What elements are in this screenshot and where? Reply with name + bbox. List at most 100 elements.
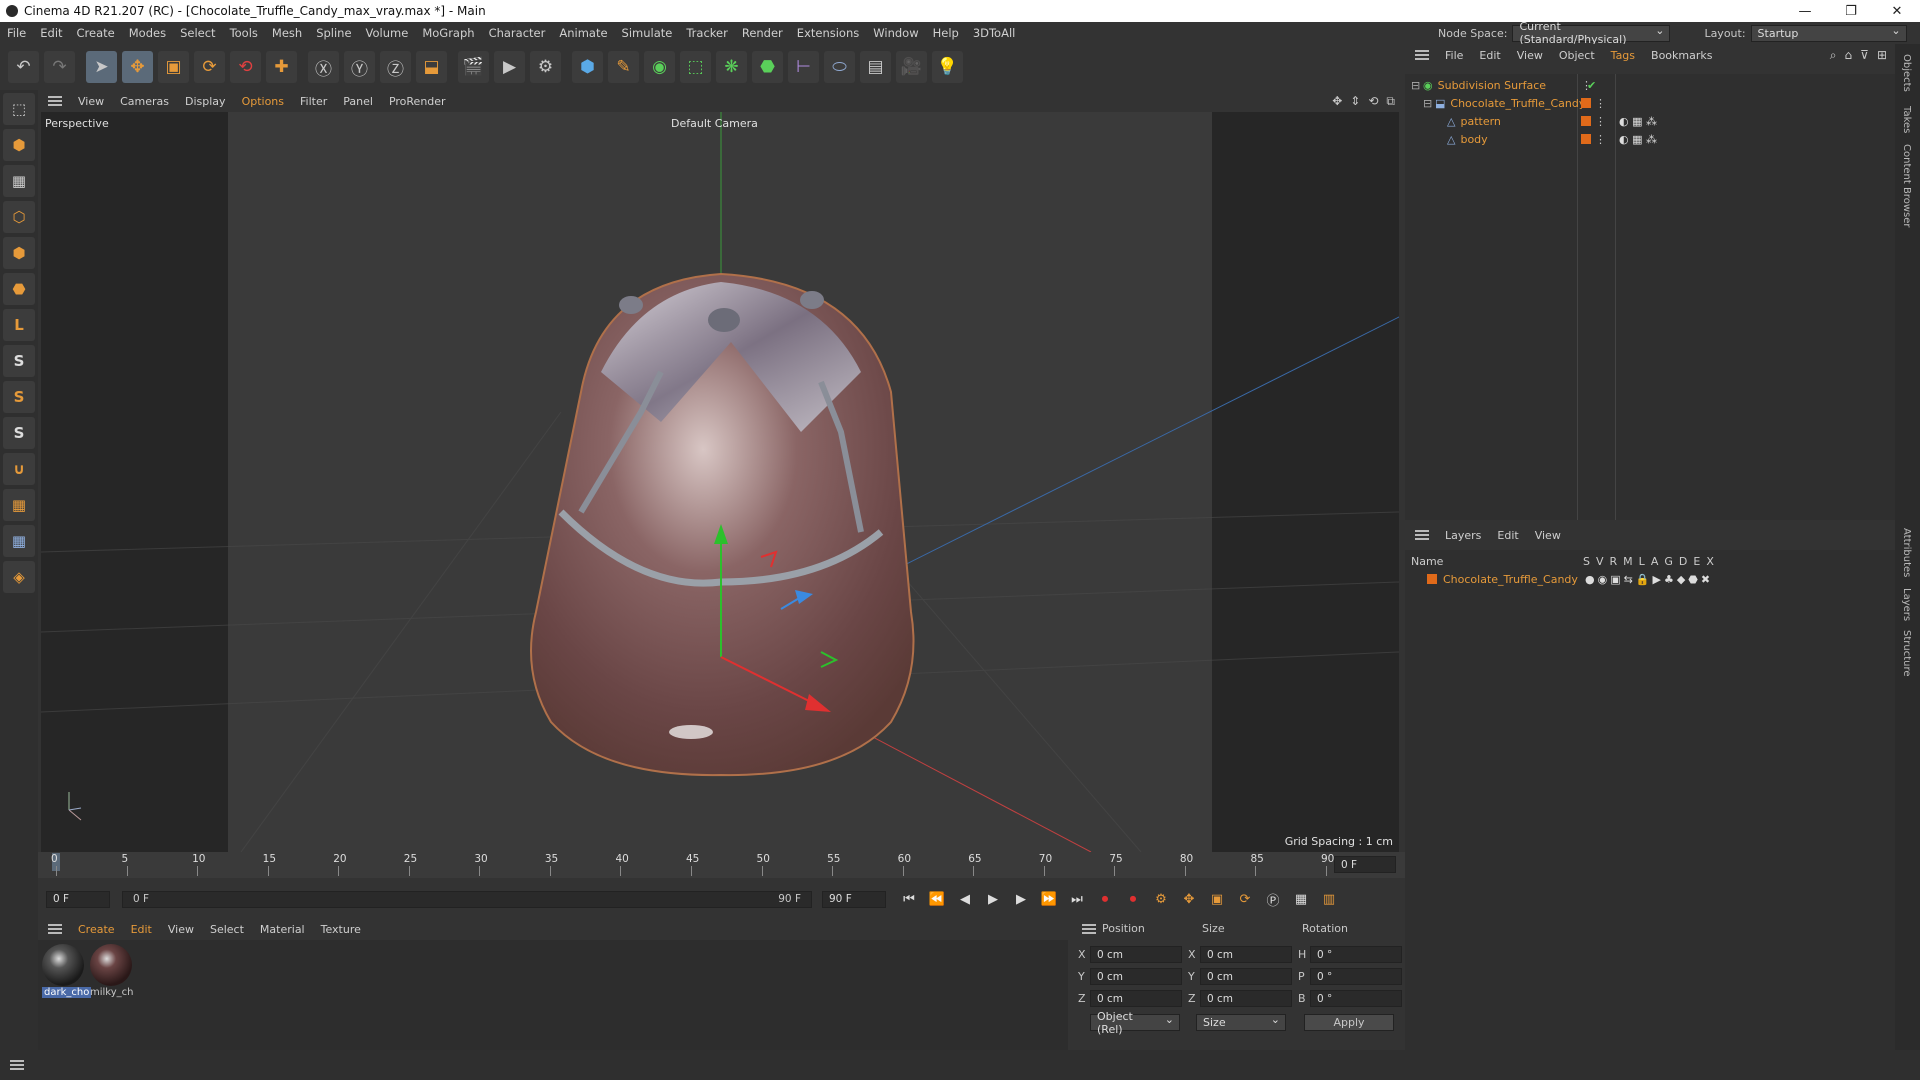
record-icon[interactable]: ⏺ (1094, 888, 1116, 910)
rotate-view-icon[interactable]: ⟲ (1368, 94, 1378, 109)
position-z-field[interactable]: 0 cm (1090, 990, 1182, 1007)
side-tab-objects[interactable]: Objects (1901, 54, 1912, 92)
snap-settings-icon[interactable]: S (3, 381, 35, 413)
layer-menu-icon[interactable] (1415, 530, 1429, 540)
mograph-cloner-icon[interactable]: ❋ (716, 51, 747, 83)
menu-help[interactable]: Help (926, 26, 966, 40)
rotation-h-field[interactable]: 0 ° (1310, 946, 1402, 963)
recent-tool-icon[interactable]: ⟲ (230, 51, 261, 83)
menu-simulate[interactable]: Simulate (615, 26, 680, 40)
mat-menu-texture[interactable]: Texture (313, 923, 369, 936)
camera-label[interactable]: Default Camera (671, 117, 758, 130)
subdivision-icon[interactable]: ◉ (644, 51, 675, 83)
mat-menu-select[interactable]: Select (202, 923, 252, 936)
layer-toggle-icons[interactable]: ●◉▣⇆🔒▶♣◆⬣✖ (1585, 573, 1713, 586)
new-window-icon[interactable]: ⊞ (1877, 48, 1887, 63)
size-x-field[interactable]: 0 cm (1200, 946, 1292, 963)
rotation-b-field[interactable]: 0 ° (1310, 990, 1402, 1007)
material-dark-chocolate[interactable]: dark_cho (42, 944, 92, 998)
layer-color-swatch[interactable] (1581, 116, 1591, 126)
layout-dropdown[interactable]: Startup (1750, 24, 1907, 42)
menu-select[interactable]: Select (173, 26, 222, 40)
menu-create[interactable]: Create (70, 26, 122, 40)
obj-menu-file[interactable]: File (1437, 49, 1471, 62)
material-tag-icon[interactable]: ◐ ▦ ⁂ (1619, 115, 1657, 128)
menu-window[interactable]: Window (866, 26, 925, 40)
vp-menu-view[interactable]: View (70, 95, 112, 108)
object-subdivision-surface[interactable]: ⊟ ◉ Subdivision Surface ⋮ ✔ (1405, 76, 1895, 94)
locked-workplane-icon[interactable]: ▦ (3, 525, 35, 557)
key-pla-icon[interactable]: ▦ (1290, 888, 1312, 910)
menu-file[interactable]: File (0, 26, 33, 40)
menu-character[interactable]: Character (482, 26, 553, 40)
cube-icon[interactable]: ⬢ (572, 51, 603, 83)
key-param-icon[interactable]: Ⓟ (1262, 888, 1284, 910)
layer-color-swatch[interactable] (1427, 574, 1437, 584)
y-axis-icon[interactable]: Ⓨ (344, 51, 375, 83)
key-scale-icon[interactable]: ▣ (1206, 888, 1228, 910)
next-frame-icon[interactable]: ▶ (1010, 888, 1032, 910)
mat-menu-edit[interactable]: Edit (123, 923, 160, 936)
coord-menu-icon[interactable] (1082, 924, 1096, 934)
points-mode-icon[interactable]: ⬡ (3, 201, 35, 233)
size-z-field[interactable]: 0 cm (1200, 990, 1292, 1007)
position-x-field[interactable]: 0 cm (1090, 946, 1182, 963)
add-icon[interactable]: ✚ (266, 51, 297, 83)
viewport-perspective[interactable]: Perspective Default Camera Grid Spacing … (41, 112, 1399, 852)
menu-tools[interactable]: Tools (223, 26, 265, 40)
coord-mode-dropdown[interactable]: Object (Rel) (1090, 1010, 1180, 1036)
close-button[interactable]: ✕ (1874, 0, 1920, 22)
object-menu-icon[interactable] (1415, 50, 1429, 60)
obj-menu-view[interactable]: View (1509, 49, 1551, 62)
soft-selection-icon[interactable]: ◈ (3, 561, 35, 593)
undo-icon[interactable]: ↶ (8, 51, 39, 83)
rotation-p-field[interactable]: 0 ° (1310, 968, 1402, 985)
extrude-icon[interactable]: ⬚ (680, 51, 711, 83)
menu-volume[interactable]: Volume (359, 26, 416, 40)
menu-mograph[interactable]: MoGraph (415, 26, 481, 40)
prev-key-icon[interactable]: ⏪ (926, 888, 948, 910)
quantize-icon[interactable]: S (3, 417, 35, 449)
polygons-mode-icon[interactable]: ⬣ (3, 273, 35, 305)
light-icon[interactable]: 💡 (932, 51, 963, 83)
menu-mesh[interactable]: Mesh (265, 26, 309, 40)
layer-row[interactable]: Chocolate_Truffle_Candy ●◉▣⇆🔒▶♣◆⬣✖ (1405, 570, 1895, 588)
material-tag-icon[interactable]: ◐ ▦ ⁂ (1619, 133, 1657, 146)
render-settings-icon[interactable]: ⚙ (530, 51, 561, 83)
timeline-layout-icon[interactable]: ▥ (1318, 888, 1340, 910)
visibility-dots-icon[interactable]: ⋮ (1595, 133, 1606, 146)
go-to-start-icon[interactable]: ⏮ (898, 888, 920, 910)
layer-color-swatch[interactable] (1581, 134, 1591, 144)
layer-menu-layers[interactable]: Layers (1437, 529, 1489, 542)
edges-mode-icon[interactable]: ⬢ (3, 237, 35, 269)
toggle-view-icon[interactable]: ⧉ (1386, 94, 1395, 109)
obj-menu-tags[interactable]: Tags (1603, 49, 1643, 62)
next-key-icon[interactable]: ⏩ (1038, 888, 1060, 910)
rotate-icon[interactable]: ⟳ (194, 51, 225, 83)
render-picture-viewer-icon[interactable]: ▶ (494, 51, 525, 83)
x-axis-icon[interactable]: Ⓧ (308, 51, 339, 83)
visibility-dots-icon[interactable]: ⋮ (1595, 115, 1606, 128)
menu-animate[interactable]: Animate (552, 26, 614, 40)
side-tab-content-browser[interactable]: Content Browser (1901, 144, 1912, 227)
coordinate-system-icon[interactable]: ⬓ (416, 51, 447, 83)
visibility-dots-icon[interactable]: ⋮ (1595, 97, 1606, 110)
key-position-icon[interactable]: ✥ (1178, 888, 1200, 910)
obj-menu-edit[interactable]: Edit (1471, 49, 1508, 62)
menu-render[interactable]: Render (735, 26, 790, 40)
layer-menu-edit[interactable]: Edit (1489, 529, 1526, 542)
texture-mode-icon[interactable]: ▦ (3, 165, 35, 197)
end-frame-field[interactable]: 90 F (822, 890, 886, 908)
vp-menu-display[interactable]: Display (177, 95, 234, 108)
mat-menu-view[interactable]: View (160, 923, 202, 936)
material-milky-chocolate[interactable]: milky_ch (90, 944, 134, 998)
home-icon[interactable]: ⌂ (1845, 48, 1853, 63)
prev-frame-icon[interactable]: ◀ (954, 888, 976, 910)
object-pattern[interactable]: △ pattern ⋮ ◐ ▦ ⁂ (1405, 112, 1895, 130)
scene-icon[interactable]: ⬭ (824, 51, 855, 83)
axis-mode-icon[interactable]: L (3, 309, 35, 341)
pan-view-icon[interactable]: ✥ (1332, 94, 1342, 109)
menu-tracker[interactable]: Tracker (679, 26, 735, 40)
position-y-field[interactable]: 0 cm (1090, 968, 1182, 985)
deformer-icon[interactable]: ⬣ (752, 51, 783, 83)
